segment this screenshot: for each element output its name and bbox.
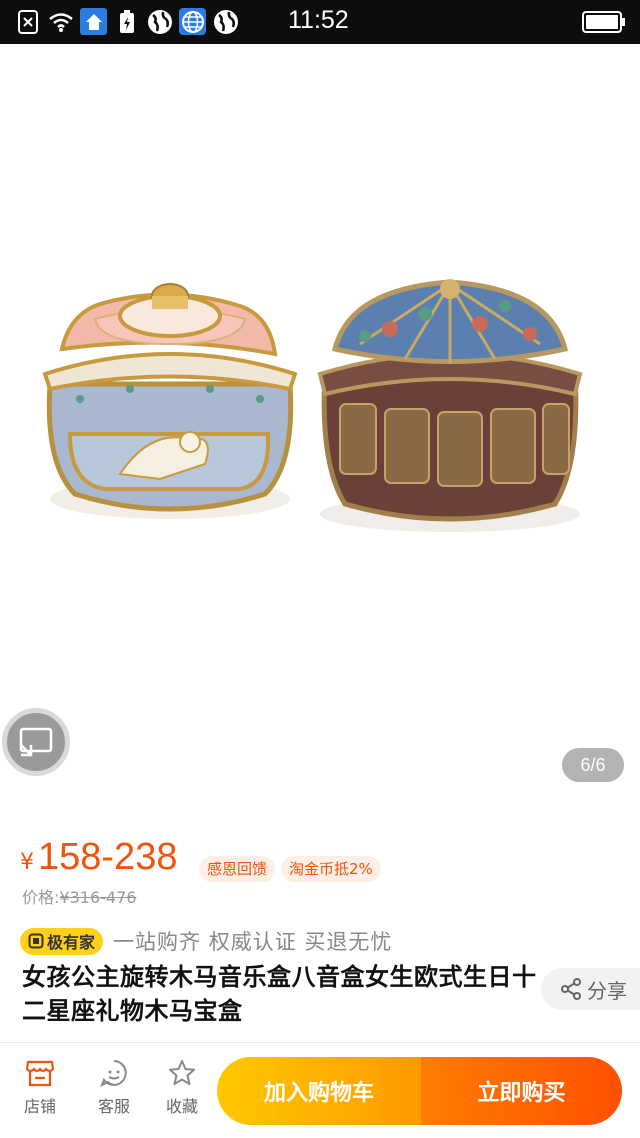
image-pager: 6/6 bbox=[562, 748, 624, 782]
cast-icon bbox=[19, 727, 53, 757]
add-to-cart-button[interactable]: 加入购物车 bbox=[217, 1057, 421, 1125]
globe-icon bbox=[146, 8, 173, 35]
favorite-label: 收藏 bbox=[165, 1097, 198, 1116]
price-row: ¥ 158-238 bbox=[20, 836, 177, 879]
price-currency: ¥ bbox=[20, 850, 34, 875]
product-image-carousel[interactable] bbox=[0, 44, 640, 799]
brand-slogan: 一站购齐 权威认证 买退无忧 bbox=[113, 930, 393, 954]
share-button[interactable]: 分享 bbox=[541, 968, 640, 1010]
globe-icon bbox=[179, 8, 206, 35]
favorite-tab[interactable]: 收藏 bbox=[152, 1059, 212, 1117]
original-price: 价格:¥316-476 bbox=[22, 884, 136, 908]
customer-service-tab[interactable]: 客服 bbox=[84, 1059, 144, 1117]
star-icon bbox=[169, 1060, 195, 1085]
wifi-icon bbox=[47, 8, 74, 35]
cast-screen-button[interactable] bbox=[2, 708, 70, 776]
status-bar: 11:52 bbox=[0, 0, 640, 44]
promo-tag-thanks: 感恩回馈 bbox=[199, 856, 276, 882]
promo-tag-taojinbi: 淘金币抵2% bbox=[281, 856, 381, 882]
bottom-action-bar: 店铺 客服 收藏 加入购物车 立即购买 bbox=[0, 1042, 640, 1138]
globe-icon bbox=[212, 8, 239, 35]
customer-service-label: 客服 bbox=[97, 1097, 130, 1116]
battery-icon bbox=[582, 11, 626, 37]
customer-service-icon bbox=[100, 1060, 127, 1087]
carousel-music-box-illustration bbox=[42, 283, 298, 519]
brand-badge[interactable]: 极有家 bbox=[20, 927, 104, 955]
battery-saver-icon bbox=[113, 8, 140, 35]
original-price-label: 价格: bbox=[22, 888, 60, 907]
store-icon bbox=[25, 1060, 55, 1087]
brand-row: 极有家 一站购齐 权威认证 买退无忧 bbox=[20, 926, 392, 956]
home-icon bbox=[80, 8, 107, 35]
product-image bbox=[42, 279, 583, 532]
brand-logo-icon bbox=[28, 933, 44, 949]
product-title: 女孩公主旋转木马音乐盒八音盒女生欧式生日十二星座礼物木马宝盒 bbox=[22, 963, 537, 1025]
buy-now-button[interactable]: 立即购买 bbox=[421, 1057, 622, 1125]
clock: 11:52 bbox=[288, 6, 349, 34]
zodiac-music-box-illustration bbox=[317, 279, 583, 532]
sim-disabled-icon bbox=[14, 8, 41, 35]
store-tab[interactable]: 店铺 bbox=[10, 1059, 70, 1117]
original-price-value: ¥316-476 bbox=[59, 888, 137, 907]
share-icon bbox=[561, 978, 581, 1000]
price: 158-238 bbox=[38, 836, 178, 878]
brand-badge-label: 极有家 bbox=[47, 933, 96, 952]
share-label: 分享 bbox=[587, 978, 627, 1003]
store-label: 店铺 bbox=[23, 1097, 56, 1116]
status-icons bbox=[14, 8, 239, 35]
